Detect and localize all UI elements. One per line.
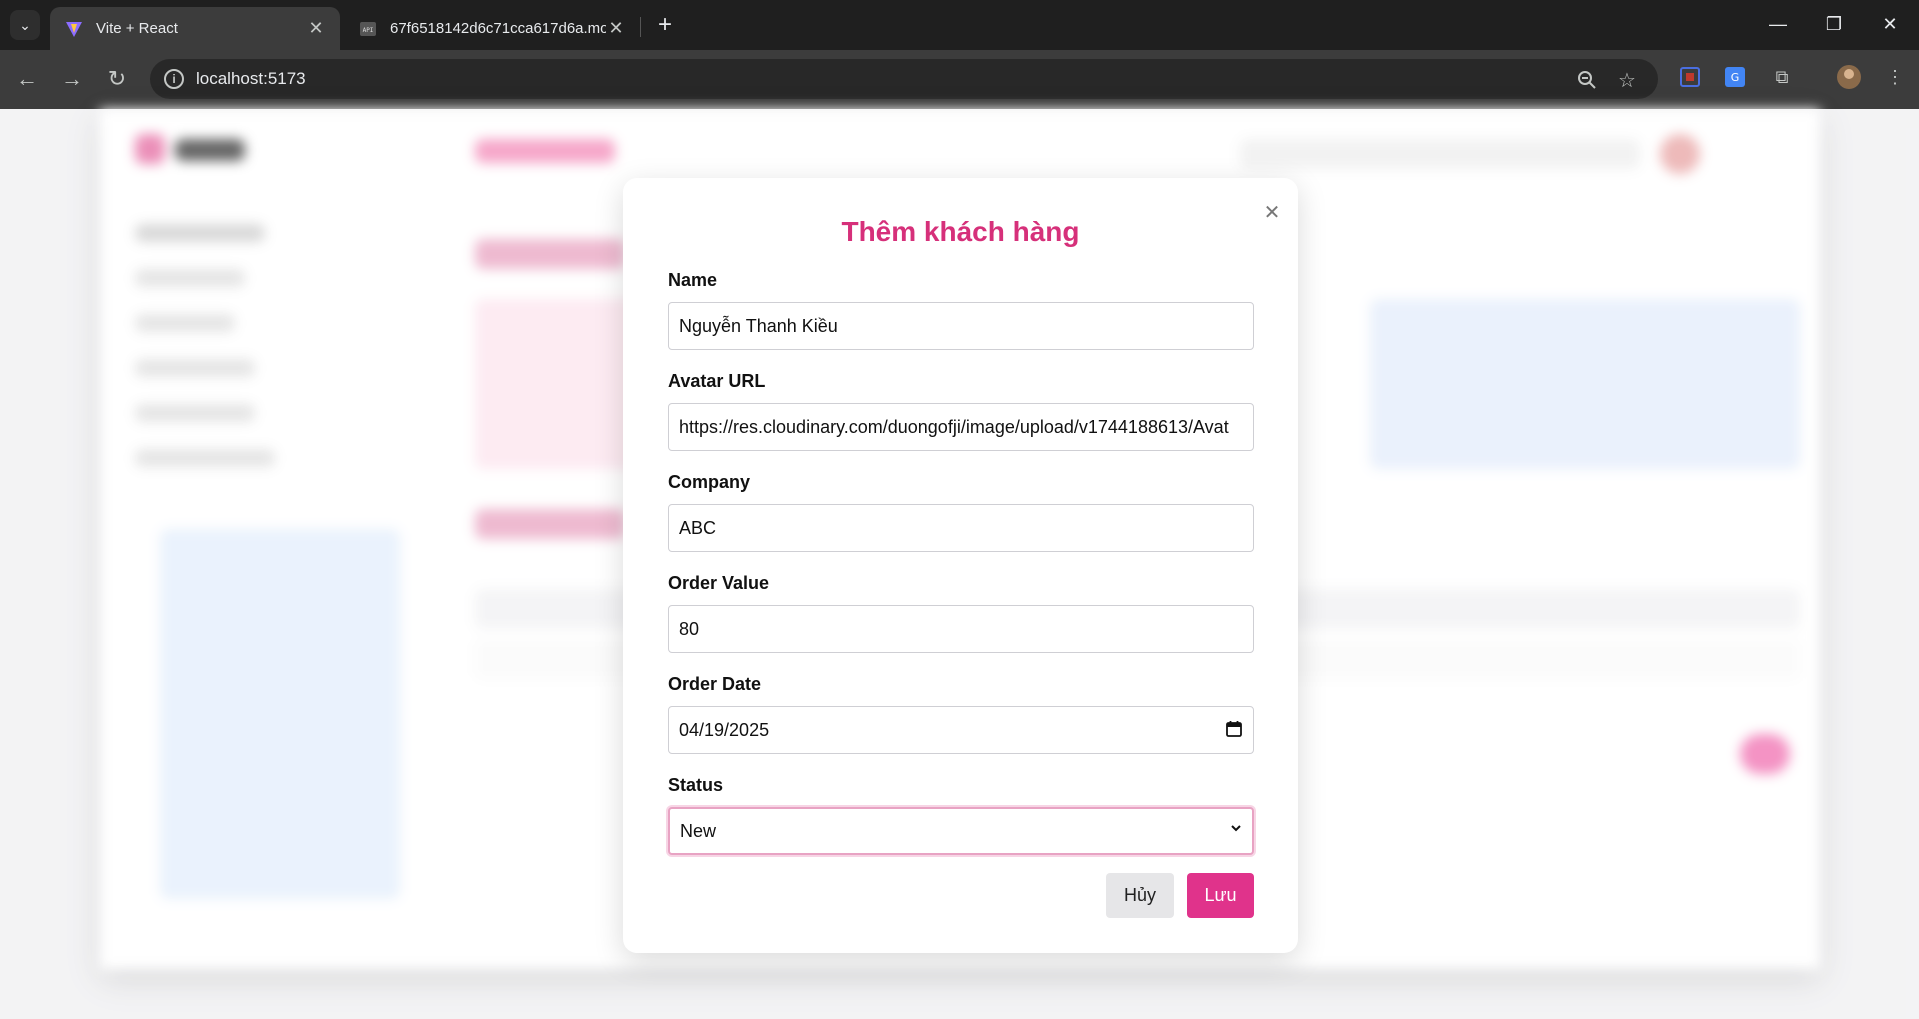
order-value-value: 80 xyxy=(679,618,700,639)
close-tab-icon[interactable]: ✕ xyxy=(306,18,326,39)
status-select[interactable]: New xyxy=(668,807,1254,855)
order-value-label: Order Value xyxy=(668,573,770,593)
site-info-icon[interactable]: i xyxy=(164,69,184,89)
restore-icon[interactable]: ❐ xyxy=(1814,8,1854,40)
status-label: Status xyxy=(668,775,724,795)
profile-avatar[interactable] xyxy=(1834,62,1864,92)
calendar-icon[interactable] xyxy=(1225,720,1243,738)
tab-title: Vite + React xyxy=(96,20,178,37)
avatar-url-value: https://res.cloudinary.com/duongofji/ima… xyxy=(679,416,1229,437)
browser-toolbar: ← → ↻ i localhost:5173 ☆ G ⧉ ⋮ xyxy=(0,50,1919,109)
save-button[interactable]: Lưu xyxy=(1187,873,1254,918)
order-value-input[interactable]: 80 xyxy=(668,605,1254,653)
google-translate-icon[interactable]: G xyxy=(1720,62,1750,92)
status-selected-value: New xyxy=(680,820,717,841)
company-label: Company xyxy=(668,472,751,492)
name-value: Nguyễn Thanh Kiều xyxy=(679,315,838,336)
add-customer-modal: ✕ Thêm khách hàng Name Nguyễn Thanh Kiều… xyxy=(623,178,1298,953)
order-date-value: 04/19/2025 xyxy=(679,719,770,740)
close-tab-icon[interactable]: ✕ xyxy=(606,18,626,39)
company-input[interactable]: ABC xyxy=(668,504,1254,552)
screen-capture-extension-icon[interactable] xyxy=(1675,62,1705,92)
vite-logo-icon xyxy=(64,19,84,39)
new-tab-button[interactable]: + xyxy=(650,10,680,40)
avatar-url-label: Avatar URL xyxy=(668,371,766,391)
order-date-label: Order Date xyxy=(668,674,762,694)
tab-mockapi[interactable]: API 67f6518142d6c71cca617d6a.mo ✕ xyxy=(344,7,640,50)
tab-search-button[interactable]: ⌄ xyxy=(10,10,40,40)
order-date-input[interactable]: 04/19/2025 xyxy=(668,706,1254,754)
chevron-down-icon xyxy=(1230,821,1242,837)
company-value: ABC xyxy=(679,517,717,538)
tab-vite-react[interactable]: Vite + React ✕ xyxy=(50,7,340,50)
reload-icon[interactable]: ↻ xyxy=(100,62,134,96)
modal-title: Thêm khách hàng xyxy=(841,216,1080,247)
bookmark-star-icon[interactable]: ☆ xyxy=(1614,67,1640,93)
svg-text:G: G xyxy=(1731,71,1740,84)
tab-title: 67f6518142d6c71cca617d6a.mo xyxy=(390,20,606,37)
back-icon[interactable]: ← xyxy=(10,62,44,96)
name-label: Name xyxy=(668,270,718,290)
extensions-puzzle-icon[interactable]: ⧉ xyxy=(1767,62,1797,92)
zoom-icon[interactable] xyxy=(1574,67,1600,93)
svg-text:API: API xyxy=(363,27,374,34)
forward-icon[interactable]: → xyxy=(55,62,89,96)
tab-divider xyxy=(640,17,641,37)
mockapi-icon: API xyxy=(358,19,378,39)
browser-tabstrip: ⌄ Vite + React ✕ API 67f6518142d6c71cca6… xyxy=(0,0,1919,50)
minimize-icon[interactable]: — xyxy=(1758,8,1798,40)
avatar-url-input[interactable]: https://res.cloudinary.com/duongofji/ima… xyxy=(668,403,1254,451)
cancel-button[interactable]: Hủy xyxy=(1106,873,1174,918)
address-url: localhost:5173 xyxy=(196,69,306,88)
address-bar[interactable]: i localhost:5173 ☆ xyxy=(150,59,1658,99)
close-window-icon[interactable]: ✕ xyxy=(1870,8,1910,40)
browser-menu-icon[interactable]: ⋮ xyxy=(1880,62,1910,92)
name-input[interactable]: Nguyễn Thanh Kiều xyxy=(668,302,1254,350)
